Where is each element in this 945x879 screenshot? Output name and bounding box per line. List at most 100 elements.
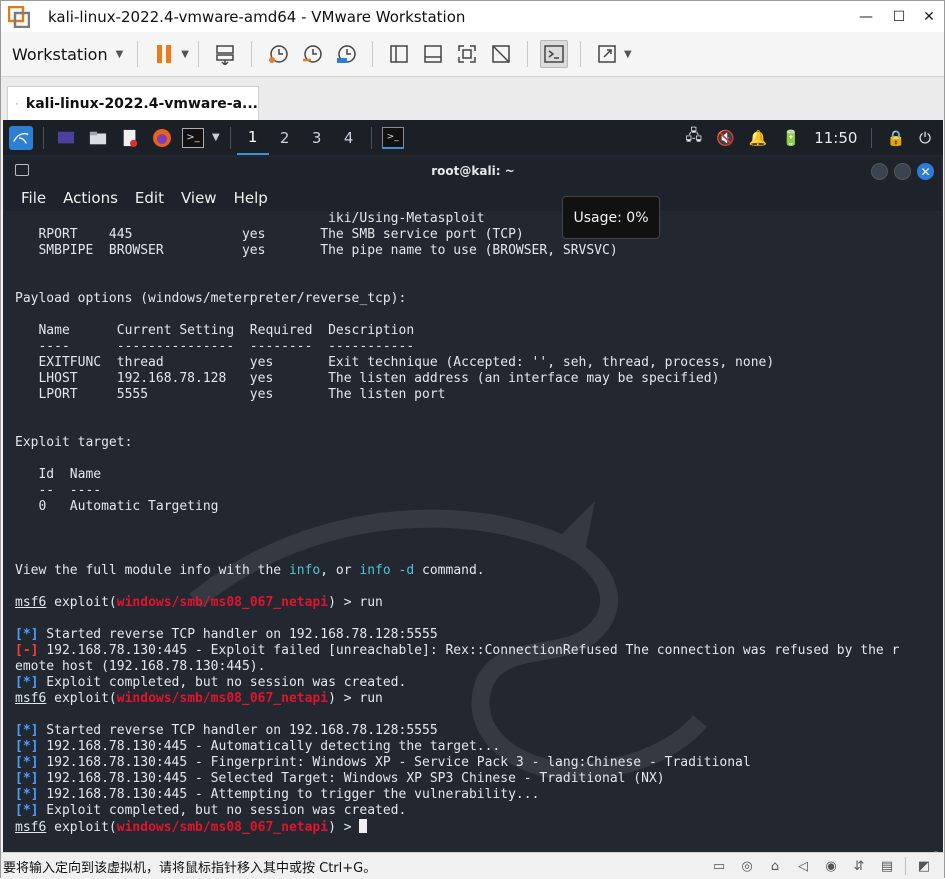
kali-menu-icon[interactable] (9, 125, 33, 150)
terminal-dropdown-icon[interactable]: ▼ (212, 132, 220, 143)
vm-display[interactable]: >_ ▼ 1 2 3 4 >_ 🖧 🔇 🔔 🔋 11:50 🔒 ⏻ root@k… (3, 120, 943, 852)
volume-muted-icon[interactable]: 🔇 (716, 129, 735, 147)
terminal-minimize-button[interactable] (871, 163, 888, 180)
logout-icon[interactable]: ⏻ (919, 129, 931, 147)
status-message: 要将输入定向到该虚拟机，请将鼠标指针移入其中或按 Ctrl+G。 (3, 860, 377, 876)
lock-screen-icon[interactable]: 🔒 (886, 129, 905, 147)
send-ctrl-alt-del-button[interactable] (211, 40, 239, 68)
terminal-line: [*] 192.168.78.130:445 - Fingerprint: Wi… (15, 755, 751, 770)
menu-file[interactable]: File (21, 189, 46, 207)
terminal-close-button[interactable]: ✕ (917, 163, 934, 180)
terminal-line: [-] 192.168.78.130:445 - Exploit failed … (15, 643, 900, 658)
terminal-line: [*] Started reverse TCP handler on 192.1… (15, 723, 438, 738)
terminal-line: ---- --------------- -------- ----------… (15, 339, 415, 354)
stretch-dropdown-icon[interactable]: ▼ (624, 49, 632, 60)
stretch-guest-button[interactable] (593, 40, 621, 68)
revert-snapshot-button[interactable] (298, 40, 326, 68)
hard-disk-icon[interactable]: ▭ (709, 856, 729, 876)
take-snapshot-button[interactable] (264, 40, 292, 68)
terminal-title: root@kali: ~ (431, 164, 515, 178)
display-icon[interactable]: ◉ (821, 856, 841, 876)
workspace-2[interactable]: 2 (269, 120, 301, 155)
show-desktop-icon[interactable] (54, 126, 78, 150)
terminal-line: Payload options (windows/meterpreter/rev… (15, 291, 407, 306)
terminal-maximize-button[interactable] (894, 163, 911, 180)
vmware-app-icon (8, 5, 30, 28)
bottom-bar-layout-icon (424, 45, 442, 63)
menu-edit[interactable]: Edit (135, 189, 164, 207)
clock[interactable]: 11:50 (814, 129, 857, 147)
snapshot-clock-icon (268, 45, 288, 63)
taskbar-terminal-window[interactable]: >_ (381, 126, 404, 149)
keyboard-send-icon (216, 45, 234, 65)
menu-actions[interactable]: Actions (63, 189, 118, 207)
network-adapter-icon[interactable]: ⌂ (765, 856, 785, 876)
workspace-3[interactable]: 3 (301, 120, 333, 155)
terminal-line: Exploit target: (15, 435, 133, 450)
kali-top-panel: >_ ▼ 1 2 3 4 >_ 🖧 🔇 🔔 🔋 11:50 🔒 ⏻ (3, 120, 943, 155)
cd-dvd-icon[interactable]: ◎ (737, 856, 757, 876)
terminal-line: [*] 192.168.78.130:445 - Automatically d… (15, 739, 501, 754)
chevron-down-icon: ▼ (115, 48, 124, 60)
fullscreen-toggle-icon[interactable]: ◩ (914, 856, 934, 876)
console-view-button[interactable] (539, 40, 568, 68)
terminal-window-icon (15, 164, 29, 176)
file-manager-icon[interactable] (86, 126, 110, 150)
text-editor-icon[interactable] (118, 126, 142, 150)
terminal-window[interactable]: root@kali: ~ ✕ File Actions Edit View He… (5, 157, 941, 852)
system-tray: 🖧 🔇 🔔 🔋 11:50 🔒 ⏻ (685, 120, 943, 155)
suspend-button[interactable] (150, 40, 178, 68)
terminal-line: iki/Using-Metasploit (15, 211, 485, 226)
menu-view[interactable]: View (181, 189, 217, 207)
terminal-line: msf6 exploit(windows/smb/ms08_067_netapi… (15, 595, 383, 610)
terminal-line: SMBPIPE BROWSER yes The pipe name to use… (15, 243, 618, 258)
stretch-icon (598, 45, 616, 63)
snapshot-manager-icon (336, 45, 356, 63)
terminal-line: msf6 exploit(windows/smb/ms08_067_netapi… (15, 819, 930, 835)
terminal-line: Name Current Setting Required Descriptio… (15, 323, 415, 338)
terminal-line: [*] Exploit completed, but no session wa… (15, 803, 407, 818)
workspace-4[interactable]: 4 (333, 120, 365, 155)
sound-card-icon[interactable]: ◁ (793, 856, 813, 876)
workspace-1[interactable]: 1 (236, 120, 269, 155)
unity-button[interactable] (487, 40, 515, 68)
workstation-menu[interactable]: Workstation ▼ (12, 45, 123, 64)
menu-help[interactable]: Help (234, 189, 268, 207)
terminal-menu-bar: File Actions Edit View Help (5, 185, 941, 211)
power-dropdown-icon[interactable]: ▼ (181, 49, 189, 60)
toolbar: Workstation ▼ ▼ ▼ (1, 32, 944, 76)
terminal-line: emote host (192.168.78.130:445). (15, 659, 266, 674)
notification-bell-icon[interactable]: 🔔 (749, 129, 768, 147)
full-screen-button[interactable] (453, 40, 481, 68)
terminal-line: [*] 192.168.78.130:445 - Attempting to t… (15, 787, 540, 802)
sidebar-layout-icon (390, 45, 408, 63)
show-library-button[interactable] (385, 40, 413, 68)
snapshot-manager-button[interactable] (332, 40, 360, 68)
fullscreen-icon (458, 45, 476, 63)
firefox-icon[interactable] (150, 126, 174, 150)
close-window-button[interactable]: ✕ (911, 1, 945, 32)
printer-icon[interactable]: ▤ (877, 856, 897, 876)
terminal-line: RPORT 445 yes The SMB service port (TCP) (15, 227, 524, 242)
workstation-label: Workstation (12, 44, 108, 64)
network-icon[interactable]: 🖧 (685, 125, 702, 150)
vm-tab[interactable]: kali-linux-2022.4-vmware-a... (7, 86, 259, 121)
terminal-prompt-icon (544, 45, 564, 63)
terminal-line: EXITFUNC thread yes Exit technique (Acce… (15, 355, 775, 370)
show-thumbnail-bar-button[interactable] (419, 40, 447, 68)
revert-clock-icon (302, 45, 322, 63)
terminal-output[interactable]: iki/Using-Metasploit RPORT 445 yes The S… (5, 211, 941, 852)
power-manager-icon[interactable]: 🔋 (782, 129, 801, 147)
terminal-launcher-icon[interactable]: >_ (182, 127, 204, 148)
usb-icon[interactable]: ⇵ (849, 856, 869, 876)
terminal-line: [*] Exploit completed, but no session wa… (15, 675, 407, 690)
minimize-button[interactable]: — (848, 1, 884, 32)
vm-tab-strip: kali-linux-2022.4-vmware-a... (1, 76, 944, 121)
